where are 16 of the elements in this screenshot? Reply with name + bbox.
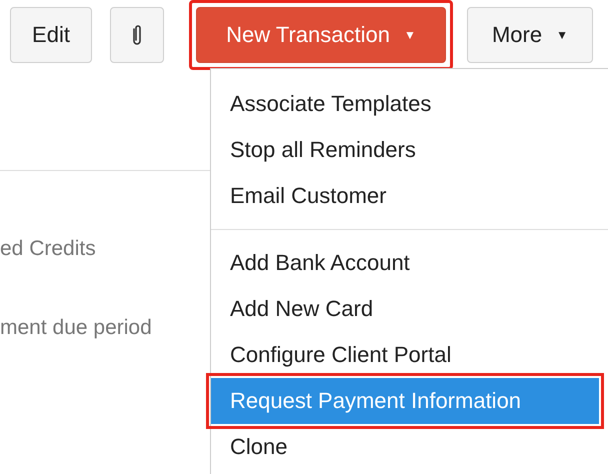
attach-button[interactable] xyxy=(110,7,164,63)
menu-item[interactable]: Associate Templates xyxy=(211,81,608,127)
caret-icon: ▼ xyxy=(556,28,568,42)
menu-item[interactable]: Add Bank Account xyxy=(211,240,608,286)
caret-icon: ▼ xyxy=(404,28,416,42)
menu-item[interactable]: Email Customer xyxy=(211,173,608,219)
more-button[interactable]: More ▼ xyxy=(467,7,593,63)
menu-item[interactable]: Clone xyxy=(211,424,608,470)
menu-item[interactable]: Stop all Reminders xyxy=(211,127,608,173)
edit-button[interactable]: Edit xyxy=(10,7,92,63)
menu-item[interactable]: Configure Client Portal xyxy=(211,332,608,378)
field-label: ed Credits xyxy=(0,237,97,261)
new-transaction-button[interactable]: New Transaction ▼ xyxy=(196,7,446,63)
field-label: ment due period xyxy=(0,316,153,340)
menu-item[interactable]: Add New Card xyxy=(211,286,608,332)
paperclip-icon xyxy=(131,23,143,47)
